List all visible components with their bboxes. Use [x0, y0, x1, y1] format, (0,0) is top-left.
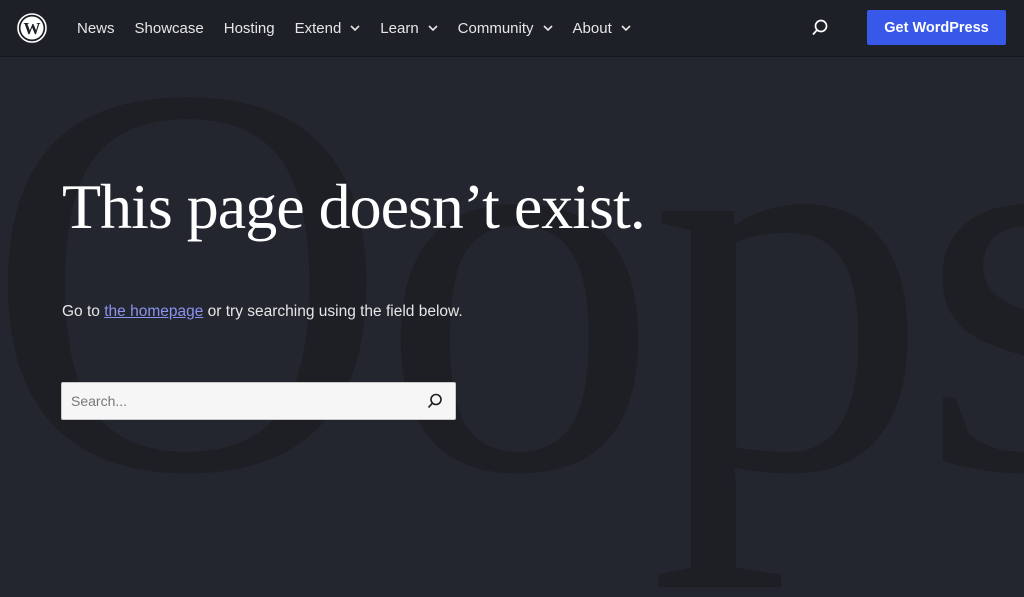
nav-item-showcase[interactable]: Showcase: [135, 20, 204, 37]
nav-label: Community: [457, 19, 534, 37]
chevron-down-icon: [621, 25, 631, 32]
wordpress-logo-icon[interactable]: W: [17, 13, 47, 43]
nav-item-about[interactable]: About: [573, 20, 631, 37]
lead-text: Go to the homepage or try searching usin…: [62, 303, 463, 321]
search-icon[interactable]: [810, 18, 830, 38]
lead-prefix: Go to: [62, 303, 105, 320]
nav-label: Showcase: [134, 19, 204, 37]
nav-label: Extend: [294, 19, 342, 37]
nav-label: About: [572, 19, 612, 37]
page-title: This page doesn’t exist.: [62, 171, 646, 242]
svg-text:W: W: [24, 19, 41, 38]
nav-label: News: [77, 19, 115, 37]
nav-item-learn[interactable]: Learn: [380, 19, 438, 37]
homepage-link[interactable]: the homepage: [104, 303, 203, 320]
get-wordpress-button[interactable]: Get WordPress: [867, 10, 1006, 45]
main-nav: News Showcase Hosting Extend Learn Commu…: [77, 0, 651, 56]
nav-label: Learn: [380, 19, 419, 37]
nav-item-community[interactable]: Community: [458, 20, 553, 37]
main-content: This page doesn’t exist. Go to the homep…: [0, 57, 1024, 597]
chevron-down-icon: [542, 25, 553, 32]
search-submit-icon[interactable]: [426, 392, 444, 410]
search-form: [61, 382, 456, 420]
lead-suffix: or try searching using the field below.: [203, 303, 463, 320]
nav-label: Hosting: [223, 19, 275, 37]
search-input[interactable]: [62, 383, 411, 419]
nav-item-extend[interactable]: Extend: [295, 20, 361, 37]
chevron-down-icon: [350, 25, 360, 32]
chevron-down-icon: [428, 25, 438, 32]
nav-item-hosting[interactable]: Hosting: [224, 20, 275, 37]
nav-item-news[interactable]: News: [77, 20, 115, 37]
site-header: W News Showcase Hosting Extend Learn Com…: [0, 0, 1024, 57]
